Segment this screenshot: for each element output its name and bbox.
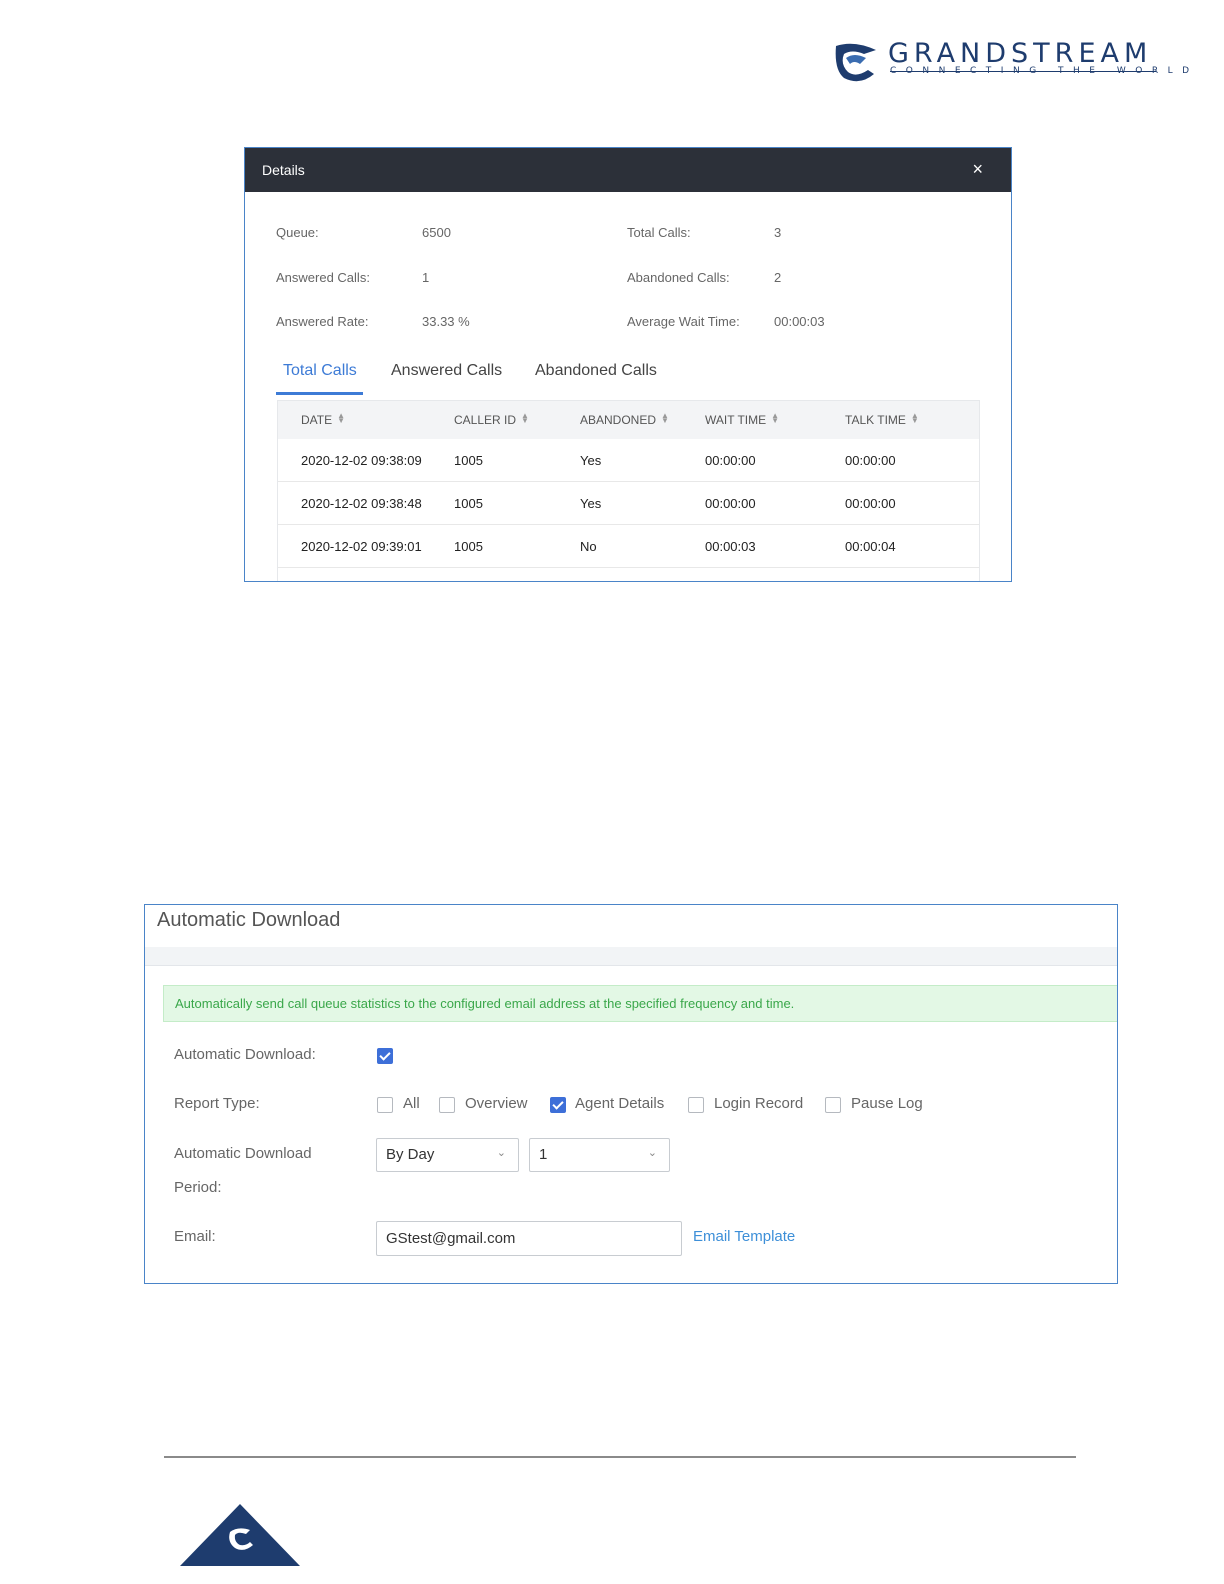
queue-label: Queue: xyxy=(276,225,319,240)
automatic-download-label: Automatic Download: xyxy=(174,1046,316,1063)
close-icon[interactable]: × xyxy=(972,159,983,180)
calls-table: DATE ▲ ▼ CALLER ID ▲ ▼ ABANDONED ▲ ▼ WAIT TIME… xyxy=(277,400,980,581)
column-header-abandoned[interactable]: ABANDONED ▲ ▼ xyxy=(580,411,669,428)
sort-icon: ▲ ▼ xyxy=(661,411,669,425)
cell-abandoned: No xyxy=(580,539,597,554)
tab-answered-calls[interactable]: Answered Calls xyxy=(391,362,502,380)
cell-wait-time: 00:00:03 xyxy=(705,539,756,554)
answered-calls-value: 1 xyxy=(422,270,430,285)
queue-value: 6500 xyxy=(422,225,451,240)
period-count-select[interactable]: 1 ⌄ xyxy=(529,1138,670,1172)
cell-abandoned: Yes xyxy=(580,453,602,468)
report-type-label: Report Type: xyxy=(174,1095,260,1112)
report-type-overview-label[interactable]: Overview xyxy=(465,1095,528,1112)
sort-icon: ▲ ▼ xyxy=(521,411,529,425)
brand-tagline: CONNECTING THE WORLD xyxy=(890,66,1199,76)
email-label: Email: xyxy=(174,1228,216,1245)
automatic-download-panel: Automatic Download Automatically send ca… xyxy=(144,904,1118,1284)
report-type-login-record-label[interactable]: Login Record xyxy=(714,1095,803,1112)
cell-caller-id: 1005 xyxy=(454,539,483,554)
report-type-pause-log-checkbox[interactable] xyxy=(825,1097,841,1113)
panel-divider xyxy=(145,947,1117,966)
chevron-down-icon: ⌄ xyxy=(496,1147,506,1159)
details-dialog: Details × Queue: 6500 Total Calls: 3 Ans… xyxy=(244,147,1012,582)
dialog-title: Details xyxy=(262,162,305,178)
cell-wait-time: 00:00:00 xyxy=(705,496,756,511)
cell-wait-time: 00:00:00 xyxy=(705,453,756,468)
tab-total-calls[interactable]: Total Calls xyxy=(283,362,357,380)
answered-rate-value: 33.33 % xyxy=(422,314,470,329)
cell-caller-id: 1005 xyxy=(454,496,483,511)
table-row: 2020-12-02 09:38:09 1005 Yes 00:00:00 00… xyxy=(278,439,979,482)
tab-abandoned-calls[interactable]: Abandoned Calls xyxy=(535,362,657,380)
period-unit-value: By Day xyxy=(386,1146,435,1163)
cell-talk-time: 00:00:00 xyxy=(845,453,896,468)
grandstream-logo: GRANDSTREAM CONNECTING THE WORLD xyxy=(834,38,1189,82)
dialog-header: Details × xyxy=(245,148,1011,192)
column-header-wait-time[interactable]: WAIT TIME ▲ ▼ xyxy=(705,411,780,428)
info-notice: Automatically send call queue statistics… xyxy=(163,985,1117,1022)
report-type-all-label[interactable]: All xyxy=(403,1095,420,1112)
grandstream-triangle-icon xyxy=(180,1504,300,1566)
report-type-agent-details-label[interactable]: Agent Details xyxy=(575,1095,664,1112)
panel-title: Automatic Download xyxy=(157,909,341,931)
average-wait-time-label: Average Wait Time: xyxy=(627,314,740,329)
email-template-link[interactable]: Email Template xyxy=(693,1228,795,1245)
column-header-date[interactable]: DATE ▲ ▼ xyxy=(301,411,346,428)
report-type-pause-log-label[interactable]: Pause Log xyxy=(851,1095,923,1112)
email-field[interactable]: GStest@gmail.com xyxy=(376,1221,682,1256)
footer-divider xyxy=(164,1456,1076,1458)
cell-date: 2020-12-02 09:38:48 xyxy=(301,496,422,511)
total-calls-label: Total Calls: xyxy=(627,225,691,240)
period-label-line1: Automatic Download xyxy=(174,1145,312,1162)
email-value: GStest@gmail.com xyxy=(386,1230,516,1247)
footer-logo xyxy=(180,1504,300,1571)
total-calls-value: 3 xyxy=(774,225,782,240)
cell-abandoned: Yes xyxy=(580,496,602,511)
abandoned-calls-value: 2 xyxy=(774,270,782,285)
sort-icon: ▲ ▼ xyxy=(337,411,346,425)
answered-calls-label: Answered Calls: xyxy=(276,270,370,285)
active-tab-indicator xyxy=(276,392,363,395)
table-row: 2020-12-02 09:39:01 1005 No 00:00:03 00:… xyxy=(278,525,979,568)
sort-icon: ▲ ▼ xyxy=(910,411,919,425)
report-type-login-record-checkbox[interactable] xyxy=(688,1097,704,1113)
chevron-down-icon: ⌄ xyxy=(647,1147,657,1159)
cell-date: 2020-12-02 09:38:09 xyxy=(301,453,422,468)
table-header: DATE ▲ ▼ CALLER ID ▲ ▼ ABANDONED ▲ ▼ WAIT TIME… xyxy=(278,401,979,439)
notice-text: Automatically send call queue statistics… xyxy=(175,996,795,1011)
period-unit-select[interactable]: By Day ⌄ xyxy=(376,1138,519,1172)
cell-talk-time: 00:00:00 xyxy=(845,496,896,511)
report-type-agent-details-checkbox[interactable] xyxy=(550,1097,566,1113)
automatic-download-checkbox[interactable] xyxy=(377,1048,393,1064)
report-type-overview-checkbox[interactable] xyxy=(439,1097,455,1113)
average-wait-time-value: 00:00:03 xyxy=(774,314,825,329)
report-type-all-checkbox[interactable] xyxy=(377,1097,393,1113)
cell-date: 2020-12-02 09:39:01 xyxy=(301,539,422,554)
column-header-talk-time[interactable]: TALK TIME ▲ ▼ xyxy=(845,411,919,428)
table-row: 2020-12-02 09:38:48 1005 Yes 00:00:00 00… xyxy=(278,482,979,525)
period-count-value: 1 xyxy=(539,1146,548,1163)
column-header-caller-id[interactable]: CALLER ID ▲ ▼ xyxy=(454,411,529,428)
answered-rate-label: Answered Rate: xyxy=(276,314,369,329)
cell-caller-id: 1005 xyxy=(454,453,483,468)
sort-icon: ▲ ▼ xyxy=(771,411,780,425)
grandstream-logo-icon xyxy=(835,43,876,82)
period-label-line2: Period: xyxy=(174,1179,222,1196)
brand-name: GRANDSTREAM xyxy=(888,38,1153,69)
abandoned-calls-label: Abandoned Calls: xyxy=(627,270,730,285)
cell-talk-time: 00:00:04 xyxy=(845,539,896,554)
